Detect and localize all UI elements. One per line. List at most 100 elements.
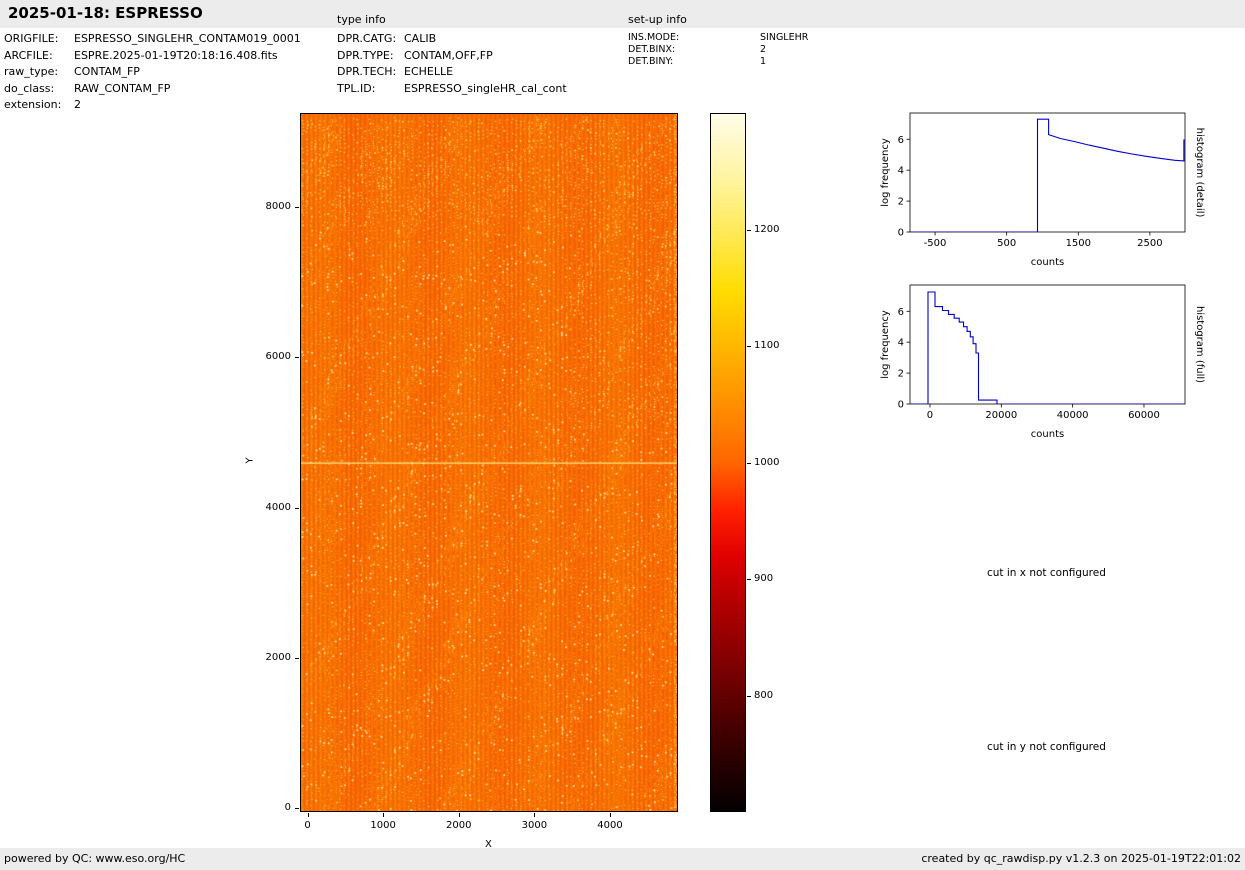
colorbar-tick-label: 900: [754, 573, 774, 584]
right-axis-label: histogram (detail): [1194, 128, 1205, 218]
meta-value: CONTAM,OFF,FP: [404, 48, 493, 62]
meta-value: ESPRE.2025-01-19T20:18:16.408.fits: [74, 48, 278, 62]
meta-label: ORIGFILE:: [4, 32, 59, 45]
main-y-axis-label: Y: [244, 457, 256, 464]
meta-label: extension:: [4, 98, 62, 112]
x-tick: [534, 813, 536, 817]
y-tick-label: 0: [898, 400, 904, 411]
meta-row: raw_type: CONTAM_FP: [4, 64, 301, 81]
x-tick: [383, 813, 385, 817]
meta-label: DET.BINX:: [628, 43, 676, 55]
raw-image-canvas: [301, 114, 677, 811]
meta-value: RAW_CONTAM_FP: [74, 81, 171, 95]
y-tick-label: 8000: [265, 200, 291, 212]
setup-metadata-list: INS.MODE: SINGLEHR DET.BINX: 2 DET.BINY: 1: [628, 32, 808, 67]
y-axis-label: log frequency: [880, 310, 891, 379]
type-info-heading: type info: [337, 13, 386, 26]
meta-label: raw_type:: [4, 65, 59, 79]
colorbar-tick: [747, 695, 751, 697]
y-tick-label: 6: [898, 307, 904, 318]
meta-row: DET.BINX: 2: [628, 44, 808, 56]
meta-value: ESPRESSO_SINGLEHR_CONTAM019_0001: [74, 32, 301, 45]
meta-value: 2: [74, 98, 81, 112]
page-title: 2025-01-18: ESPRESSO: [8, 4, 203, 22]
histogram-detail-chart: -500 500 1500 2500 0 2 4 6 counts log frequency hi…: [880, 112, 1205, 268]
y-tick-label: 2: [898, 197, 904, 208]
y-tick-label: 2: [898, 369, 904, 380]
meta-row: ARCFILE: ESPRE.2025-01-19T20:18:16.408.fi…: [4, 48, 301, 65]
histogram-full-chart: 0 20000 40000 60000 0 2 4 6 counts log frequency h…: [880, 284, 1205, 440]
y-tick-label: 6: [898, 135, 904, 146]
y-axis-label: log frequency: [880, 138, 891, 207]
y-tick: [295, 357, 299, 359]
file-metadata-list: ORIGFILE: ESPRESSO_SINGLEHR_CONTAM019_000…: [4, 31, 301, 114]
y-tick-label: 6000: [265, 351, 291, 363]
x-tick-label: 40000: [1057, 410, 1089, 421]
x-tick-label: 4000: [597, 820, 623, 831]
y-tick-label: 4: [898, 338, 904, 349]
right-axis-label: histogram (full): [1194, 306, 1205, 383]
y-tick: [295, 507, 299, 509]
plot-area: [909, 112, 1186, 233]
x-tick-label: -500: [924, 238, 947, 249]
x-tick-label: 0: [927, 410, 933, 421]
colorbar-tick-label: 1000: [754, 456, 780, 468]
header-bar: 2025-01-18: ESPRESSO type info set-up in…: [0, 0, 1245, 28]
meta-label: do_class:: [4, 81, 55, 95]
y-tick: [295, 657, 299, 659]
meta-value: SINGLEHR: [760, 32, 809, 43]
cut-y-note: cut in y not configured: [987, 741, 1106, 753]
y-tick-label: 0: [284, 802, 291, 814]
x-tick-label: 1500: [1066, 238, 1091, 249]
meta-row: DPR.TYPE: CONTAM,OFF,FP: [337, 48, 567, 65]
x-tick-label: 2000: [446, 820, 472, 831]
y-tick-label: 4000: [265, 501, 291, 513]
meta-label: DET.BINY:: [628, 55, 674, 67]
setup-info-heading: set-up info: [628, 13, 687, 26]
colorbar-tick: [747, 229, 751, 231]
y-tick-label: 2000: [265, 651, 291, 663]
colorbar-tick: [747, 346, 751, 347]
meta-row: extension: 2: [4, 97, 301, 114]
meta-row: DPR.TECH: ECHELLE: [337, 64, 567, 81]
x-tick-label: 500: [997, 238, 1016, 249]
y-tick-label: 4: [898, 166, 904, 177]
meta-label: DPR.TYPE:: [337, 48, 394, 62]
x-axis-label: counts: [1031, 257, 1064, 268]
meta-value: CALIB: [404, 32, 437, 45]
meta-row: DPR.CATG: CALIB: [337, 31, 567, 48]
meta-value: ESPRESSO_singleHR_cal_cont: [404, 81, 567, 95]
x-tick: [307, 813, 309, 817]
x-tick-label: 0: [304, 820, 311, 831]
y-tick: [295, 206, 299, 208]
x-tick: [609, 813, 611, 817]
meta-label: INS.MODE:: [628, 32, 680, 43]
x-tick: [458, 813, 460, 817]
qc-raw-display-page: 2025-01-18: ESPRESSO type info set-up in…: [0, 0, 1245, 870]
x-tick-label: 1000: [370, 820, 396, 831]
x-tick-label: 20000: [985, 410, 1017, 421]
colorbar-tick-label: 1200: [754, 223, 780, 235]
meta-value: CONTAM_FP: [74, 65, 140, 79]
footer-created-by: created by qc_rawdisp.py v1.2.3 on 2025-…: [921, 852, 1241, 865]
meta-row: do_class: RAW_CONTAM_FP: [4, 81, 301, 98]
x-axis-label: counts: [1031, 429, 1064, 440]
meta-label: ARCFILE:: [4, 48, 53, 62]
meta-row: DET.BINY: 1: [628, 56, 808, 68]
y-tick-label: 0: [898, 228, 904, 239]
cut-x-note: cut in x not configured: [987, 567, 1106, 579]
meta-row: INS.MODE: SINGLEHR: [628, 32, 808, 44]
plot-area: [909, 284, 1186, 405]
raw-image-plot: [300, 113, 678, 812]
x-tick-label: 60000: [1128, 410, 1160, 421]
colorbar-tick: [747, 579, 751, 580]
x-tick-label: 3000: [521, 820, 548, 831]
colorbar-tick: [747, 462, 751, 464]
y-tick: [295, 808, 299, 810]
meta-value: 1: [760, 55, 767, 67]
footer-powered-by: powered by QC: www.eso.org/HC: [4, 852, 186, 865]
meta-label: TPL.ID:: [337, 81, 376, 95]
colorbar-tick-label: 800: [754, 689, 774, 701]
type-metadata-list: DPR.CATG: CALIB DPR.TYPE: CONTAM,OFF,FP DPR.…: [337, 31, 567, 97]
meta-label: DPR.TECH:: [337, 65, 397, 79]
